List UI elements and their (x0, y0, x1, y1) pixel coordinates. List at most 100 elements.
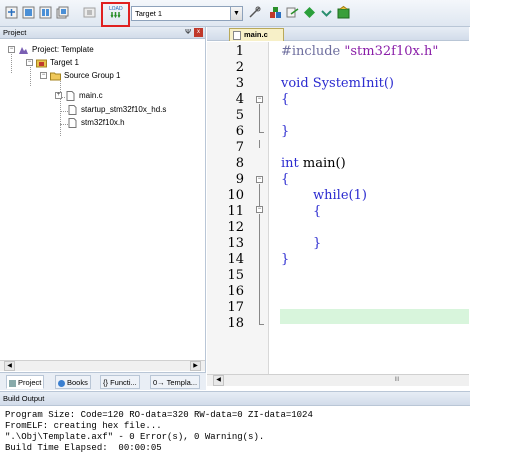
code-line-1: #include "stm32f10x.h" (281, 44, 438, 59)
line-number: 4 (235, 92, 244, 107)
chevron-down-icon[interactable]: ▼ (230, 7, 242, 20)
code-line-9: { (281, 172, 289, 187)
target-options-icon[interactable] (247, 5, 262, 20)
collapse-icon[interactable]: − (26, 59, 33, 67)
fold-line (259, 104, 260, 132)
build-output-panel: Build Output Program Size: Code=120 RO-d… (0, 391, 470, 469)
fold-line (259, 140, 260, 148)
keyword-token: int (281, 156, 299, 171)
fold-toggle-icon[interactable]: − (256, 96, 263, 103)
code-text: { (281, 172, 290, 187)
code-line-6: } (281, 124, 289, 139)
tree-file-main-c[interactable]: + main.c (55, 89, 103, 102)
pin-icon[interactable]: Ψ (185, 27, 191, 38)
code-line-14: } (281, 252, 289, 267)
log-line: Program Size: Code=120 RO-data=320 RW-da… (5, 410, 313, 420)
project-panel: Project Ψ x − Project: Template − Target 1… (0, 27, 206, 390)
tree-project-node[interactable]: − Project: Template (8, 43, 94, 56)
line-number: 13 (227, 236, 244, 251)
keyword-token: while (313, 188, 349, 203)
code-text: main() (298, 156, 346, 171)
tree-group-label: Source Group 1 (64, 71, 121, 80)
pack-installer-icon[interactable] (336, 5, 351, 20)
load-button-highlight (101, 2, 130, 27)
tree-file-header[interactable]: stm32f10x.h (67, 116, 125, 129)
project-tab-icon (9, 379, 16, 387)
fold-line (259, 184, 260, 206)
file-icon (67, 117, 78, 128)
scroll-left-icon[interactable]: ◀ (213, 375, 224, 386)
line-number: 15 (227, 268, 244, 283)
line-number: 12 (227, 220, 244, 235)
string-token: "stm32f10x.h" (344, 44, 439, 59)
scroll-right-icon[interactable]: ▶ (190, 361, 201, 371)
close-icon[interactable]: x (194, 28, 203, 37)
project-panel-tabs: Project Books {} Functi... 0→ Templa... (0, 372, 206, 390)
tab-project-label: Project (18, 378, 42, 387)
fold-toggle-icon[interactable]: − (256, 206, 263, 213)
tab-project[interactable]: Project (6, 375, 45, 389)
tree-group-node[interactable]: − Source Group 1 (40, 69, 120, 82)
tab-books[interactable]: Books (55, 375, 91, 389)
books-icon (58, 379, 65, 387)
collapse-icon[interactable]: − (8, 46, 15, 54)
editor-tab-label: main.c (244, 30, 268, 39)
batch-build-icon[interactable] (55, 5, 70, 20)
project-horizontal-scrollbar[interactable]: ◀ ▶ (0, 360, 205, 371)
rebuild-icon[interactable] (38, 5, 53, 20)
manage-project-items-icon[interactable] (268, 5, 283, 20)
code-text: } (313, 236, 322, 251)
line-number: 11 (227, 204, 244, 219)
code-text: } (281, 252, 290, 267)
code-text: ) (361, 188, 367, 203)
build-output-header: Build Output (0, 392, 470, 406)
line-number: 3 (235, 76, 244, 91)
scroll-left-icon[interactable]: ◀ (4, 361, 15, 371)
scroll-thumb[interactable]: III (377, 376, 417, 385)
log-line: Build Time Elapsed: 00:00:05 (5, 443, 162, 453)
code-line-8: int main() (281, 156, 346, 171)
editor-panel: main.c 1 2 3 4 5 6 7 8 9 10 11 12 13 14 … (207, 27, 469, 390)
editor-tab-main-c[interactable]: main.c (229, 28, 284, 41)
build-icon[interactable] (21, 5, 36, 20)
translate-icon[interactable] (4, 5, 19, 20)
line-number: 2 (235, 60, 244, 75)
fold-end (259, 132, 264, 133)
green-diamond-icon[interactable] (302, 5, 317, 20)
line-number: 7 (235, 140, 244, 155)
log-line: ".\Obj\Template.axf" - 0 Error(s), 0 War… (5, 432, 265, 442)
line-number: 9 (235, 172, 244, 187)
expand-icon[interactable]: + (55, 92, 62, 100)
line-number: 1 (235, 44, 244, 59)
select-packs-icon[interactable] (285, 5, 300, 20)
manage-rte-icon[interactable] (319, 5, 334, 20)
target-folder-icon (36, 58, 47, 68)
tab-functions-label: {} Functi... (103, 378, 137, 387)
line-number: 17 (227, 300, 244, 315)
build-output-title: Build Output (3, 394, 45, 403)
line-number-gutter: 1 2 3 4 5 6 7 8 9 10 11 12 13 14 15 16 1… (207, 42, 269, 374)
code-text: { (313, 204, 322, 219)
tree-file-label: stm32f10x.h (81, 118, 125, 127)
editor-horizontal-scrollbar[interactable]: ◀ III (207, 374, 469, 386)
code-line-13: } (313, 236, 321, 251)
line-number: 6 (235, 124, 244, 139)
code-line-4: { (281, 92, 289, 107)
tree-file-startup[interactable]: startup_stm32f10x_hd.s (67, 103, 166, 116)
line-number: 14 (227, 252, 244, 267)
tab-functions[interactable]: {} Functi... (100, 375, 140, 389)
fold-toggle-icon[interactable]: − (256, 176, 263, 183)
file-icon (233, 31, 241, 40)
line-number: 18 (227, 316, 244, 331)
target-select[interactable]: Target 1 ▼ (131, 6, 243, 21)
number-token: 1 (353, 188, 362, 203)
current-line-highlight (280, 309, 469, 324)
stop-build-icon[interactable] (82, 5, 97, 20)
code-line-10: while(1) (313, 188, 367, 203)
collapse-icon[interactable]: − (40, 72, 47, 80)
build-output-log[interactable]: Program Size: Code=120 RO-data=320 RW-da… (0, 406, 470, 454)
code-editor[interactable]: 1 2 3 4 5 6 7 8 9 10 11 12 13 14 15 16 1… (207, 42, 469, 374)
log-line: FromELF: creating hex file... (5, 421, 162, 431)
tab-templates[interactable]: 0→ Templa... (150, 375, 201, 389)
tree-target-node[interactable]: − Target 1 (26, 56, 79, 69)
